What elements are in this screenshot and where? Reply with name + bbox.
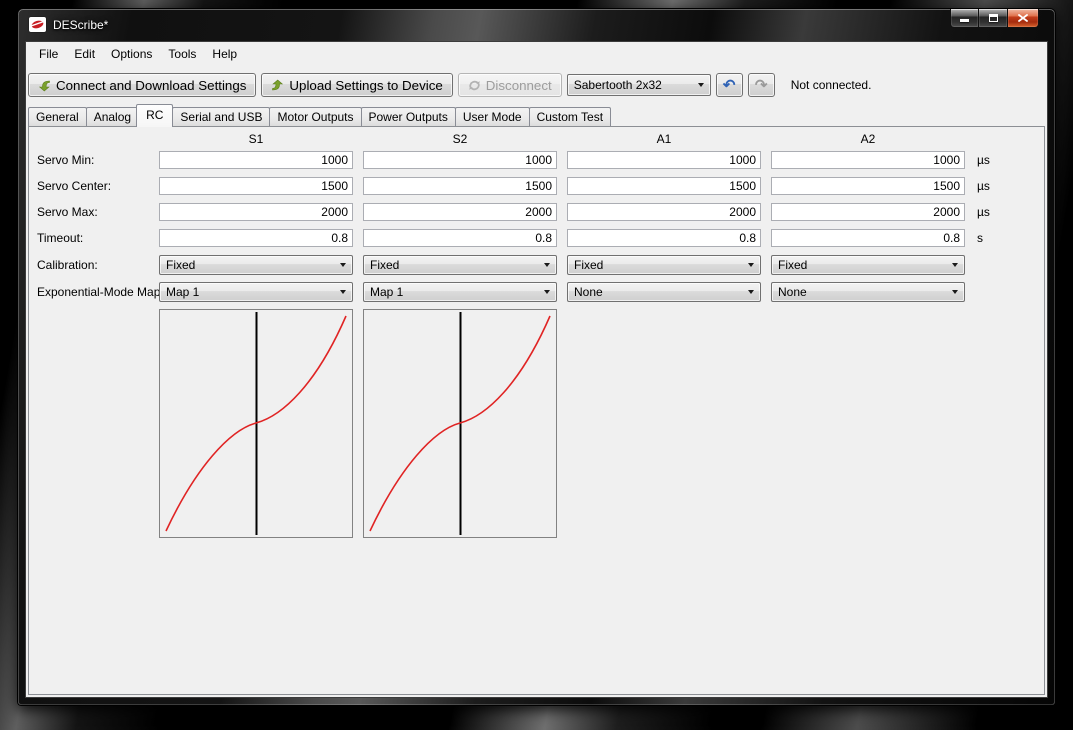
app-window: DEScribe* File Edit Options Tools Help [17, 8, 1056, 706]
undo-icon: ↶ [723, 78, 736, 93]
chevron-down-icon [952, 290, 958, 294]
rc-tab-panel: S1 S2 A1 A2 Servo Min: µs Servo Center: … [28, 126, 1045, 695]
timeout-s1-input[interactable] [159, 229, 353, 247]
calibration-a1-select[interactable]: Fixed [567, 255, 761, 275]
device-select[interactable]: Sabertooth 2x32 [567, 74, 711, 96]
exp-map-s2-select[interactable]: Map 1 [363, 282, 557, 302]
servo-center-a1-input[interactable] [567, 177, 761, 195]
menu-help[interactable]: Help [204, 43, 245, 65]
menu-bar: File Edit Options Tools Help [26, 42, 1047, 66]
calibration-s2-select[interactable]: Fixed [363, 255, 557, 275]
tab-user-mode[interactable]: User Mode [455, 107, 530, 126]
exp-map-a2-select[interactable]: None [771, 282, 965, 302]
tab-strip: General Analog RC Serial and USB Motor O… [26, 104, 1047, 126]
servo-min-s2-input[interactable] [363, 151, 557, 169]
rc-settings-grid: S1 S2 A1 A2 Servo Min: µs Servo Center: … [29, 127, 1044, 305]
tab-analog[interactable]: Analog [86, 107, 139, 126]
exp-map-graph-s2 [363, 309, 557, 538]
servo-min-a1-input[interactable] [567, 151, 761, 169]
servo-max-a1-input[interactable] [567, 203, 761, 221]
upload-arrow-icon [271, 79, 284, 92]
download-arrow-icon [38, 79, 51, 92]
tab-power-outputs[interactable]: Power Outputs [361, 107, 456, 126]
tab-motor-outputs[interactable]: Motor Outputs [269, 107, 361, 126]
exp-map-graph-s1 [159, 309, 353, 538]
connect-download-button[interactable]: Connect and Download Settings [28, 73, 256, 97]
servo-max-s1-input[interactable] [159, 203, 353, 221]
calibration-label: Calibration: [37, 258, 159, 272]
servo-min-s1-input[interactable] [159, 151, 353, 169]
chevron-down-icon [748, 290, 754, 294]
exp-map-a1-select[interactable]: None [567, 282, 761, 302]
servo-center-s1-input[interactable] [159, 177, 353, 195]
calibration-s1-select[interactable]: Fixed [159, 255, 353, 275]
titlebar[interactable]: DEScribe* [18, 9, 1055, 42]
menu-tools[interactable]: Tools [160, 43, 204, 65]
menu-edit[interactable]: Edit [66, 43, 103, 65]
tab-serial-and-usb[interactable]: Serial and USB [172, 107, 270, 126]
menu-options[interactable]: Options [103, 43, 160, 65]
servo-max-s2-input[interactable] [363, 203, 557, 221]
close-icon [1018, 14, 1028, 22]
exp-mode-map-label: Exponential-Mode Map: [37, 285, 159, 299]
disconnect-button: Disconnect [458, 73, 562, 97]
servo-max-a2-input[interactable] [771, 203, 965, 221]
upload-settings-button[interactable]: Upload Settings to Device [261, 73, 452, 97]
timeout-s2-input[interactable] [363, 229, 557, 247]
disconnect-label: Disconnect [486, 78, 552, 93]
timeout-a2-input[interactable] [771, 229, 965, 247]
redo-button[interactable]: ↷ [748, 73, 775, 97]
tab-rc[interactable]: RC [136, 104, 173, 127]
chevron-down-icon [698, 83, 704, 87]
client-area: File Edit Options Tools Help Connect and… [26, 42, 1047, 697]
column-header-a1: A1 [567, 132, 761, 146]
chevron-down-icon [544, 290, 550, 294]
chevron-down-icon [340, 263, 346, 267]
minimize-button[interactable] [950, 9, 979, 28]
chevron-down-icon [748, 263, 754, 267]
column-header-s1: S1 [159, 132, 353, 146]
toolbar: Connect and Download Settings Upload Set… [26, 66, 1047, 104]
exp-map-s1-select[interactable]: Map 1 [159, 282, 353, 302]
window-title: DEScribe* [53, 18, 108, 32]
redo-icon: ↷ [755, 78, 768, 93]
exp-map-graphs [159, 309, 1044, 538]
disconnect-refresh-icon [468, 79, 481, 92]
servo-min-label: Servo Min: [37, 153, 159, 167]
maximize-button[interactable] [979, 9, 1008, 28]
timeout-unit: s [975, 231, 1015, 245]
chevron-down-icon [544, 263, 550, 267]
connect-download-label: Connect and Download Settings [56, 78, 246, 93]
servo-center-label: Servo Center: [37, 179, 159, 193]
maximize-icon [989, 14, 998, 22]
undo-button[interactable]: ↶ [716, 73, 743, 97]
connection-status: Not connected. [791, 78, 872, 92]
timeout-label: Timeout: [37, 231, 159, 245]
servo-center-unit: µs [975, 179, 1015, 193]
servo-max-label: Servo Max: [37, 205, 159, 219]
app-logo-icon [29, 17, 46, 32]
device-select-value: Sabertooth 2x32 [574, 78, 662, 92]
column-header-s2: S2 [363, 132, 557, 146]
tab-custom-test[interactable]: Custom Test [529, 107, 611, 126]
chevron-down-icon [340, 290, 346, 294]
column-header-a2: A2 [771, 132, 965, 146]
servo-center-a2-input[interactable] [771, 177, 965, 195]
servo-center-s2-input[interactable] [363, 177, 557, 195]
tab-general[interactable]: General [28, 107, 87, 126]
chevron-down-icon [952, 263, 958, 267]
timeout-a1-input[interactable] [567, 229, 761, 247]
calibration-a2-select[interactable]: Fixed [771, 255, 965, 275]
menu-file[interactable]: File [31, 43, 66, 65]
servo-min-a2-input[interactable] [771, 151, 965, 169]
upload-settings-label: Upload Settings to Device [289, 78, 442, 93]
minimize-icon [960, 19, 969, 22]
servo-max-unit: µs [975, 205, 1015, 219]
close-button[interactable] [1008, 9, 1039, 28]
servo-min-unit: µs [975, 153, 1015, 167]
